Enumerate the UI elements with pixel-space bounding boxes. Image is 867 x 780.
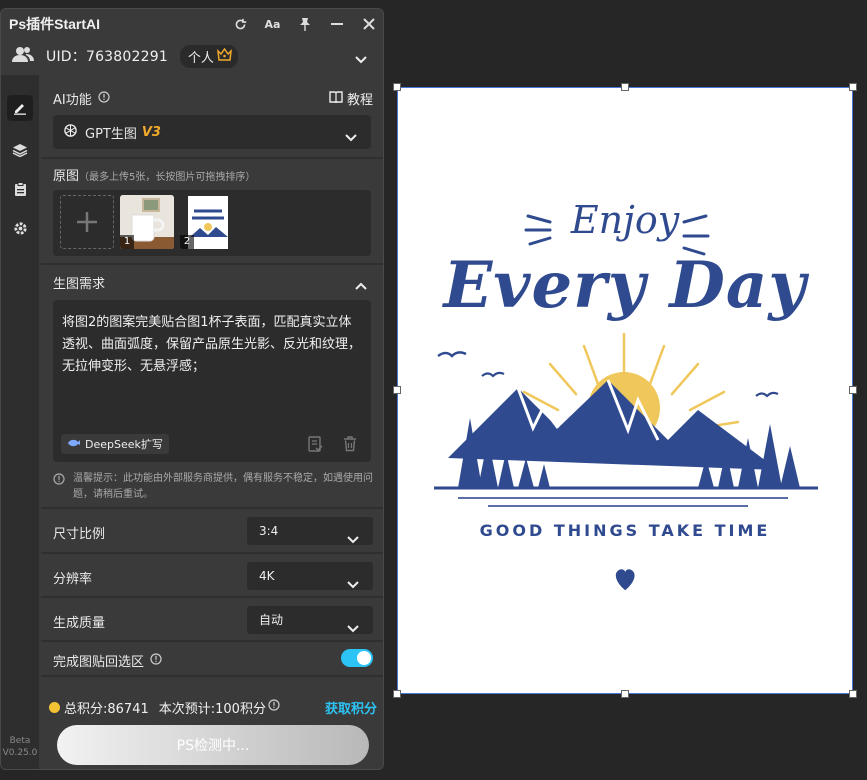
- uid-label: UID：763802291: [46, 49, 168, 65]
- resolution-row: 分辨率 4K: [41, 554, 383, 598]
- user-bar[interactable]: UID：763802291 个人: [1, 39, 383, 73]
- chevron-down-icon: [347, 526, 359, 554]
- prompt-textarea[interactable]: 将图2的图案完美贴合图1杯子表面，匹配真实立体透视、曲面弧度，保留产品原生光影、…: [53, 300, 371, 462]
- titlebar-actions: Aa: [232, 9, 377, 39]
- model-version: V3: [141, 124, 161, 140]
- pin-icon[interactable]: [296, 16, 313, 33]
- plugin-panel: Ps插件StartAI Aa UID：763802291 个人 Beta V0.…: [0, 8, 384, 770]
- ai-model-select[interactable]: GPT生图 V3: [53, 115, 371, 149]
- book-icon: [329, 90, 343, 107]
- gear-icon[interactable]: [7, 215, 33, 241]
- deepseek-label: DeepSeek扩写: [85, 438, 163, 451]
- add-image-button[interactable]: [60, 195, 114, 249]
- font-size-icon[interactable]: Aa: [264, 16, 281, 33]
- info-icon[interactable]: [268, 699, 280, 715]
- quality-select[interactable]: 自动: [247, 606, 373, 634]
- paste-back-header: 完成图贴回选区: [53, 651, 162, 670]
- prompt-library-icon[interactable]: [307, 436, 323, 456]
- artwork-line1: Enjoy: [570, 198, 680, 242]
- users-icon: [12, 46, 34, 66]
- ps-detect-button[interactable]: PS检测中...: [57, 725, 369, 765]
- ai-function-header: AI功能: [53, 89, 110, 108]
- document-icon[interactable]: [7, 176, 33, 202]
- ai-function-label: AI功能: [53, 93, 92, 108]
- artwork-tagline: GOOD THINGS TAKE TIME: [479, 521, 771, 540]
- divider: [41, 263, 383, 265]
- source-image-2[interactable]: 2: [180, 195, 234, 249]
- resolution-value: 4K: [259, 569, 275, 583]
- aspect-ratio-row: 尺寸比例 3:4: [41, 509, 383, 553]
- plus-icon: [77, 212, 97, 232]
- quality-label: 生成质量: [53, 616, 106, 631]
- aspect-ratio-label: 尺寸比例: [53, 527, 106, 542]
- prompt-text[interactable]: 将图2的图案完美贴合图1杯子表面，匹配真实立体透视、曲面弧度，保留产品原生光影、…: [62, 312, 364, 378]
- chevron-up-icon[interactable]: [355, 275, 367, 294]
- edit-icon[interactable]: [7, 95, 33, 121]
- sidebar: Beta V0.25.0: [1, 75, 39, 769]
- prompt-label: 生图需求: [53, 277, 106, 292]
- info-icon: [53, 473, 65, 491]
- main-content: AI功能 教程 GPT生图 V3 原图（最多上传5张，长按图片可拖拽排序） 1 …: [41, 75, 383, 769]
- crown-icon: [216, 47, 232, 65]
- source-images-box: 1 2: [53, 190, 371, 256]
- app-title: Ps插件StartAI: [9, 16, 101, 32]
- ps-canvas[interactable]: Enjoy Every Day GOOD THINGS TAKE TIME: [393, 83, 857, 698]
- source-images-note: （最多上传5张，长按图片可拖拽排序）: [79, 172, 256, 183]
- openai-icon: [63, 123, 78, 142]
- tip-text: 温馨提示：此功能由外部服务商提供，偶有服务不稳定，如遇使用问题，请稍后重试。: [73, 473, 373, 500]
- plan-badge: 个人: [179, 44, 238, 68]
- titlebar: Ps插件StartAI Aa: [1, 9, 383, 39]
- layers-icon[interactable]: [7, 137, 33, 163]
- info-icon[interactable]: [98, 90, 110, 107]
- prompt-actions: [307, 436, 357, 456]
- resolution-select[interactable]: 4K: [247, 562, 373, 590]
- chevron-down-icon[interactable]: [355, 49, 367, 68]
- source-images-header: 原图（最多上传5张，长按图片可拖拽排序）: [53, 165, 255, 184]
- deepseek-expand-button[interactable]: DeepSeek扩写: [61, 434, 169, 454]
- service-tip: 温馨提示：此功能由外部服务商提供，偶有服务不稳定，如遇使用问题，请稍后重试。: [53, 471, 373, 503]
- source-image-1[interactable]: 1: [120, 195, 174, 249]
- divider: [41, 675, 383, 677]
- artwork-line2: Every Day: [443, 248, 807, 323]
- plan-label: 个人: [187, 50, 214, 66]
- points-bar: 总积分:86741 本次预计:100积分 获取积分: [49, 697, 379, 717]
- minimize-icon[interactable]: [328, 16, 345, 33]
- refresh-icon[interactable]: [232, 16, 249, 33]
- model-name: GPT生图: [85, 126, 137, 142]
- quality-value: 自动: [259, 613, 284, 627]
- aspect-ratio-select[interactable]: 3:4: [247, 517, 373, 545]
- chevron-down-icon: [347, 571, 359, 599]
- resolution-label: 分辨率: [53, 572, 93, 587]
- artwork-graphics: [434, 214, 818, 591]
- coin-icon: [49, 701, 60, 713]
- info-icon[interactable]: [150, 652, 162, 669]
- chevron-down-icon: [345, 127, 357, 146]
- get-points-link[interactable]: 获取积分: [325, 698, 377, 717]
- image-number: 2: [180, 235, 194, 249]
- divider: [41, 157, 383, 159]
- close-icon[interactable]: [360, 16, 377, 33]
- total-points: 总积分:86741: [64, 701, 149, 717]
- source-images-label: 原图: [53, 169, 80, 184]
- paste-back-row: 完成图贴回选区: [41, 641, 383, 679]
- paste-back-label: 完成图贴回选区: [53, 655, 145, 670]
- chevron-down-icon: [347, 615, 359, 643]
- image-number: 1: [120, 235, 134, 249]
- tutorial-label: 教程: [346, 93, 373, 108]
- tutorial-link[interactable]: 教程: [329, 89, 373, 108]
- trash-icon[interactable]: [343, 436, 357, 456]
- estimated-points: 本次预计:100积分: [158, 701, 266, 717]
- quality-row: 生成质量 自动: [41, 598, 383, 642]
- whale-icon: [67, 438, 81, 451]
- version-label: Beta V0.25.0: [2, 736, 38, 758]
- aspect-ratio-value: 3:4: [259, 524, 279, 538]
- paste-back-toggle[interactable]: [341, 649, 373, 667]
